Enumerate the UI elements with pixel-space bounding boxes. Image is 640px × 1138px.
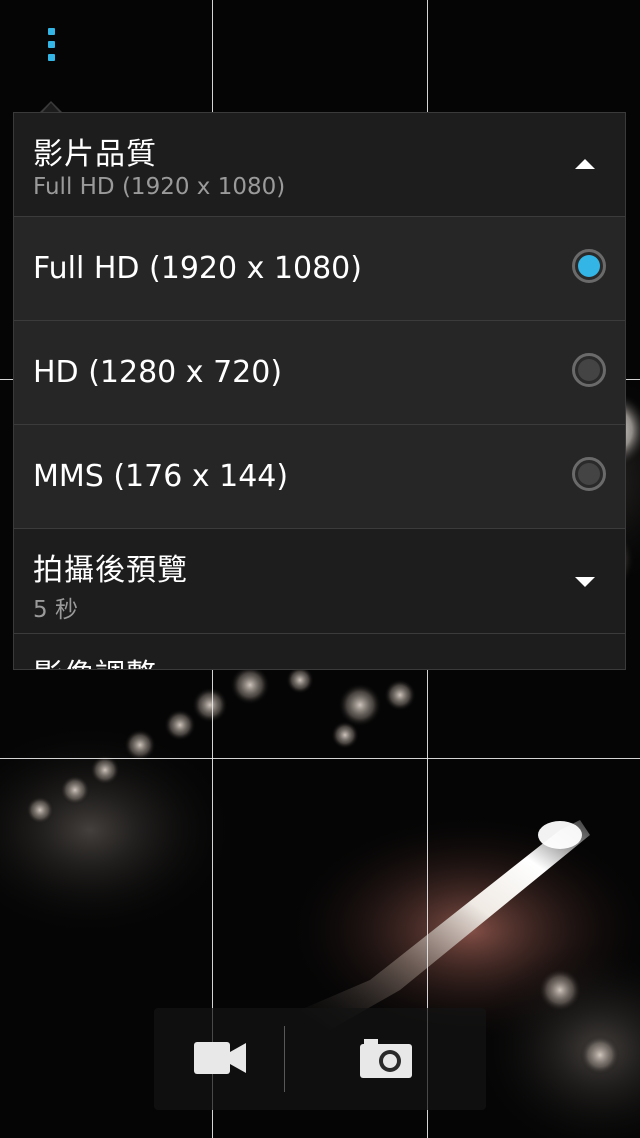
expand-icon[interactable] <box>575 577 595 587</box>
collapse-icon[interactable] <box>575 159 595 169</box>
menu-dot <box>47 28 55 35</box>
review-duration-setting[interactable]: 拍攝後預覽 5 秒 <box>14 529 625 634</box>
menu-dot <box>47 41 55 48</box>
option-label: Full HD (1920 x 1080) <box>33 251 362 286</box>
video-quality-setting[interactable]: 影片品質 Full HD (1920 x 1080) <box>14 113 625 217</box>
option-label: HD (1280 x 720) <box>33 355 283 390</box>
radio-button[interactable] <box>572 353 606 387</box>
video-camera-icon[interactable] <box>192 1038 250 1078</box>
capture-bar <box>154 1008 486 1110</box>
image-adjustments-title: 影像調整 <box>33 650 157 669</box>
radio-button[interactable] <box>572 249 606 283</box>
quality-option-full-hd[interactable]: Full HD (1920 x 1080) <box>14 217 625 321</box>
radio-indicator <box>578 359 600 381</box>
menu-dot <box>47 54 55 61</box>
video-camera-glyph <box>194 1042 246 1074</box>
review-duration-value: 5 秒 <box>33 597 78 623</box>
grid-line <box>0 758 640 759</box>
overflow-menu-icon[interactable] <box>36 24 66 68</box>
quality-option-mms[interactable]: MMS (176 x 144) <box>14 425 625 529</box>
capture-divider <box>284 1026 285 1092</box>
radio-button[interactable] <box>572 457 606 491</box>
radio-indicator <box>578 255 600 277</box>
image-adjustments-setting[interactable]: 影像調整 <box>14 634 625 669</box>
camera-icon[interactable] <box>358 1036 414 1080</box>
radio-indicator <box>578 463 600 485</box>
video-quality-title: 影片品質 <box>33 137 157 172</box>
option-label: MMS (176 x 144) <box>33 459 289 494</box>
settings-popup: 影片品質 Full HD (1920 x 1080) Full HD (1920… <box>13 112 626 670</box>
review-duration-title: 拍攝後預覽 <box>33 553 188 588</box>
quality-option-hd[interactable]: HD (1280 x 720) <box>14 321 625 425</box>
video-quality-value: Full HD (1920 x 1080) <box>33 174 286 200</box>
camera-glyph <box>360 1039 412 1078</box>
